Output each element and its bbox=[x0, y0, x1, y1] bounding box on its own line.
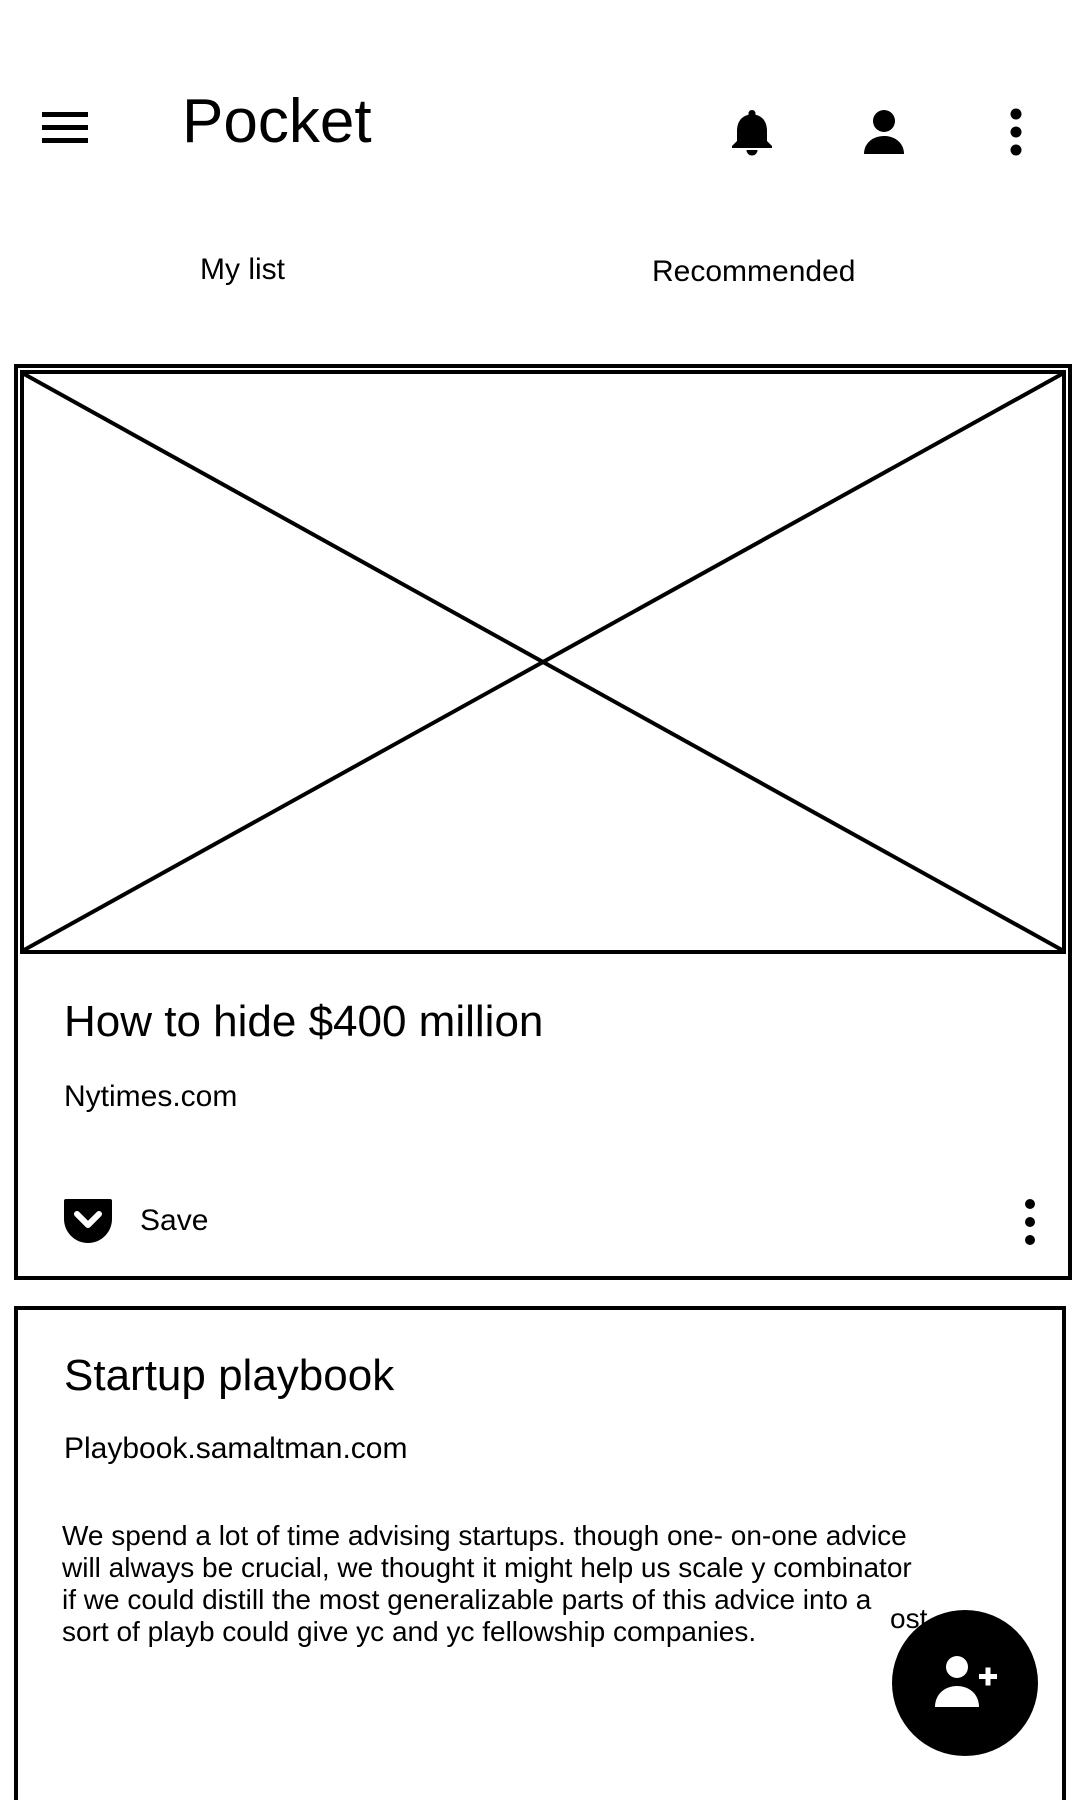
pocket-save-icon bbox=[64, 1199, 112, 1243]
add-person-icon bbox=[935, 1656, 997, 1707]
article-title[interactable]: Startup playbook bbox=[64, 1350, 394, 1402]
article-source: Nytimes.com bbox=[64, 1080, 238, 1113]
article-excerpt: We spend a lot of time advising startups… bbox=[62, 1520, 912, 1647]
save-label: Save bbox=[140, 1204, 209, 1237]
more-vert-icon bbox=[1010, 108, 1022, 156]
account-icon bbox=[864, 110, 904, 154]
pocket-screen: Pocket My list Recommended How to hide $… bbox=[0, 0, 1080, 1800]
article-thumbnail-placeholder bbox=[20, 370, 1066, 954]
app-bar: Pocket bbox=[0, 0, 1080, 200]
notifications-button[interactable] bbox=[724, 104, 780, 160]
account-button[interactable] bbox=[856, 104, 912, 160]
app-title: Pocket bbox=[182, 87, 372, 156]
add-person-fab[interactable] bbox=[892, 1610, 1038, 1756]
article-source: Playbook.samaltman.com bbox=[64, 1432, 408, 1465]
article-card[interactable]: How to hide $400 million Nytimes.com Sav… bbox=[14, 364, 1072, 1280]
save-button[interactable]: Save bbox=[62, 1196, 208, 1246]
article-title[interactable]: How to hide $400 million bbox=[64, 996, 543, 1048]
menu-button[interactable] bbox=[38, 110, 92, 150]
bell-icon bbox=[732, 110, 772, 156]
more-vert-icon bbox=[1025, 1199, 1035, 1245]
tab-bar: My list Recommended bbox=[0, 230, 1080, 310]
tab-recommended[interactable]: Recommended bbox=[652, 252, 855, 292]
card-overflow-button[interactable] bbox=[1012, 1196, 1048, 1248]
tab-my-list[interactable]: My list bbox=[200, 250, 285, 290]
overflow-menu-button[interactable] bbox=[988, 104, 1044, 160]
image-placeholder-icon bbox=[24, 374, 1062, 950]
